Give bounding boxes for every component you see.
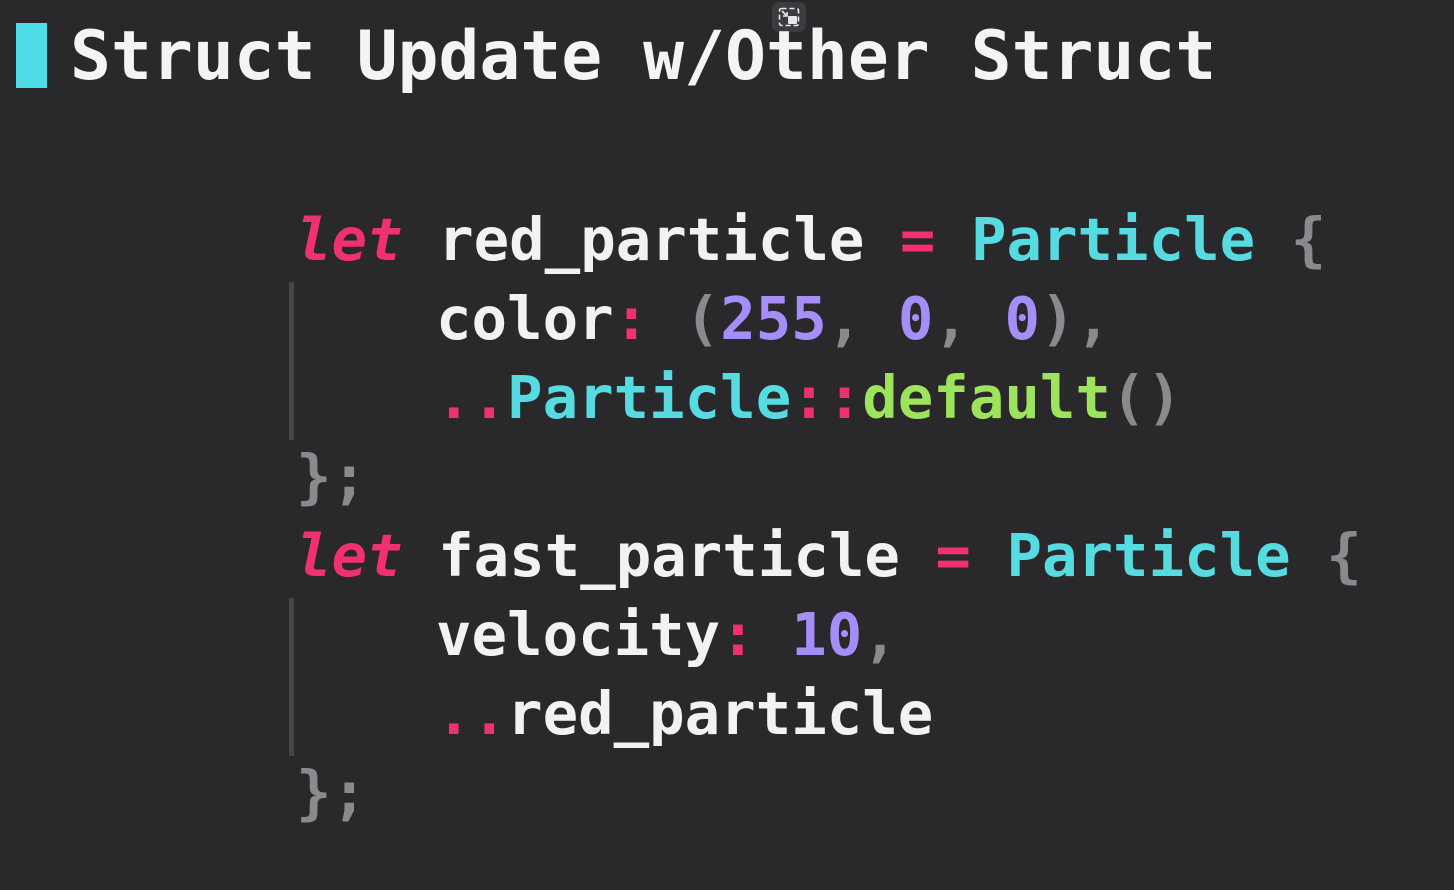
assign-operator: = [935, 521, 971, 590]
code-line-4: }; [296, 437, 1362, 516]
assign-operator: = [899, 205, 936, 274]
spread-operator: .. [436, 363, 508, 432]
indent-guide [289, 282, 294, 440]
colon: : [720, 600, 756, 669]
colon: : [613, 284, 650, 353]
code-line-7: ..red_particle [296, 674, 1362, 753]
number-literal: 10 [791, 600, 863, 669]
close-brace: }; [296, 442, 368, 511]
variable-name: red_particle [438, 205, 865, 274]
code-line-6: velocity: 10, [296, 595, 1362, 674]
comma: , [933, 284, 969, 353]
code-line-2: color: (255, 0, 0), [296, 279, 1362, 358]
field-name: color [436, 284, 614, 353]
close-paren: ) [1039, 284, 1076, 353]
variable-name: red_particle [507, 679, 934, 748]
spread-operator: .. [436, 679, 508, 748]
type-name: Particle [1006, 521, 1291, 590]
type-name: Particle [970, 205, 1256, 274]
number-literal: 255 [720, 284, 827, 353]
code-block: let red_particle = Particle { color: (25… [296, 200, 1362, 832]
path-separator: :: [791, 363, 863, 432]
code-line-1: let red_particle = Particle { [296, 200, 1362, 279]
title-accent-bar [16, 23, 47, 88]
open-paren: ( [684, 284, 721, 353]
close-brace: }; [296, 758, 368, 827]
function-name: default [862, 363, 1111, 432]
keyword-let: let [296, 521, 403, 590]
comma: , [862, 600, 898, 669]
type-name: Particle [507, 363, 792, 432]
code-line-8: }; [296, 753, 1362, 832]
code-line-3: ..Particle::default() [296, 358, 1362, 437]
variable-name: fast_particle [438, 521, 900, 590]
call-parens: () [1110, 363, 1182, 432]
code-line-5: let fast_particle = Particle { [296, 516, 1362, 595]
number-literal: 0 [897, 284, 934, 353]
comma: , [826, 284, 863, 353]
comma: , [1075, 284, 1112, 353]
indent-guide [289, 598, 294, 756]
keyword-let: let [296, 205, 403, 274]
open-brace: { [1290, 205, 1327, 274]
slide-title: Struct Update w/Other Struct [70, 17, 1217, 96]
open-brace: { [1326, 521, 1362, 590]
field-name: velocity [436, 600, 721, 669]
number-literal: 0 [1004, 284, 1040, 353]
